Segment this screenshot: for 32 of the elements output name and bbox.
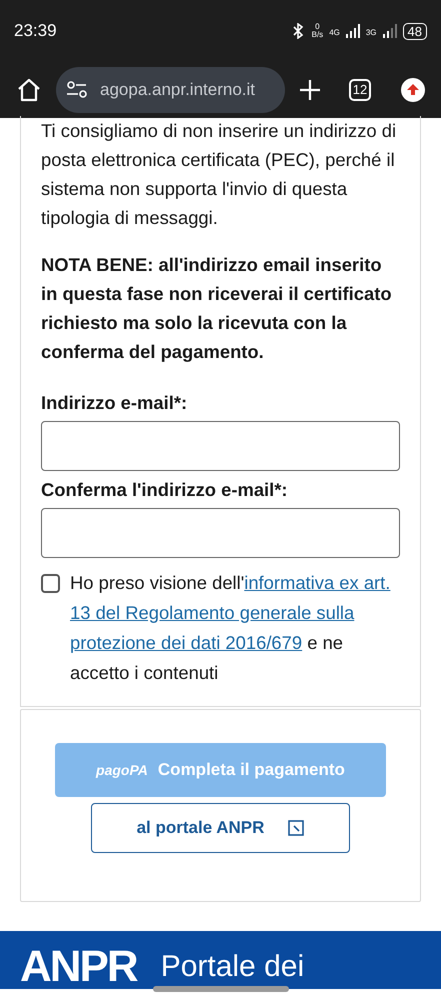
bluetooth-icon bbox=[292, 23, 306, 39]
upload-icon[interactable] bbox=[401, 78, 425, 102]
network-type: 4G bbox=[329, 26, 340, 38]
pec-note: Ti consigliamo di non inserire un indirizzo di posta elettronica certificata (PEC), perché il sistema non supporta l'invio di questa tipologia di messaggi. bbox=[41, 119, 398, 230]
back-to-portal-button[interactable]: al portale ANPR bbox=[91, 803, 350, 853]
site-settings-icon[interactable] bbox=[66, 81, 88, 99]
privacy-policy-link[interactable]: informativa ex art. bbox=[244, 572, 390, 593]
field-label: Conferma l'indirizzo e-mail*: bbox=[41, 478, 289, 502]
tab-count[interactable]: 12 bbox=[349, 79, 371, 101]
email-field[interactable] bbox=[41, 508, 400, 558]
battery-level: 48 bbox=[402, 22, 427, 40]
anpr-logo: ANPR bbox=[20, 945, 137, 989]
clock: 23:39 bbox=[14, 20, 57, 42]
network-type: 3G bbox=[366, 26, 377, 38]
consent-checkbox[interactable] bbox=[41, 574, 60, 593]
notice-text: NOTA BENE: all'indirizzo email inserito in questa fase non riceverai il certificato richiesto ma solo la ricevuta con la conferma del pagamento. bbox=[41, 253, 393, 364]
external-link-icon bbox=[288, 820, 304, 836]
signal-icon bbox=[346, 24, 360, 38]
privacy-policy-link[interactable]: protezione dei dati 2016/679 bbox=[70, 632, 302, 653]
address-bar[interactable]: agopa.anpr.interno.it bbox=[56, 67, 285, 113]
consent-text: Ho preso visione dell'informativa ex art. 13 del Regolamento generale sulla protezione dei dati 2016/679 e ne accetto i contenuti bbox=[70, 571, 392, 685]
home-icon[interactable] bbox=[16, 77, 42, 103]
privacy-policy-link[interactable]: 13 del Regolamento generale sulla bbox=[70, 602, 354, 623]
field-label: Indirizzo e-mail*: bbox=[41, 391, 188, 415]
url-text: agopa.anpr.interno.it bbox=[100, 79, 256, 102]
signal-icon bbox=[382, 24, 397, 38]
email-field[interactable] bbox=[41, 421, 400, 471]
plus-icon[interactable] bbox=[299, 79, 321, 101]
net-speed-unit: B/s bbox=[312, 31, 324, 39]
pagopa-logo: pagoPA bbox=[96, 760, 148, 780]
portal-title: Portale dei bbox=[160, 949, 304, 985]
net-speed-value: 0 bbox=[315, 23, 320, 31]
